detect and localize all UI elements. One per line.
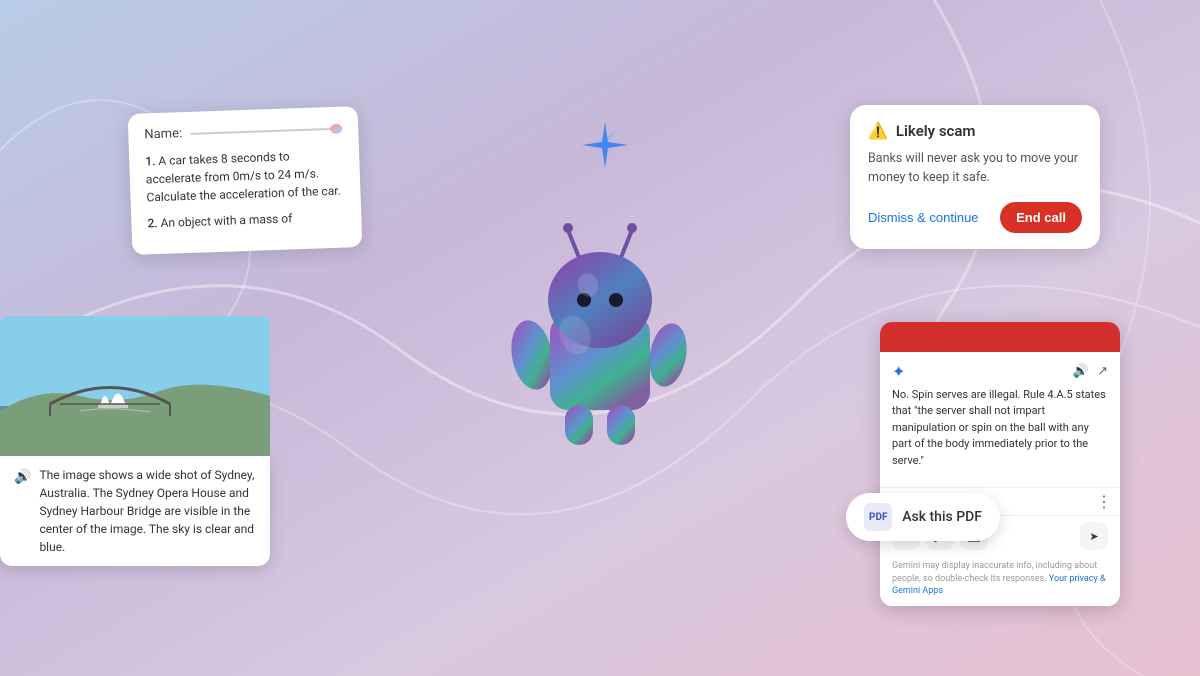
- card-ask-pdf[interactable]: PDF Ask this PDF: [846, 493, 1000, 541]
- card-scam: ⚠️ Likely scam Banks will never ask you …: [850, 105, 1100, 249]
- gemini-footer: Gemini may display inaccurate info, incl…: [880, 556, 1120, 606]
- sydney-caption-text: The image shows a wide shot of Sydney, A…: [39, 466, 256, 556]
- volume-icon[interactable]: 🔊: [1073, 364, 1089, 379]
- ask-pdf-label: Ask this PDF: [902, 509, 982, 525]
- audio-icon: 🔊: [14, 467, 31, 488]
- external-link-icon[interactable]: ↗: [1097, 364, 1108, 379]
- gemini-content: ✦ 🔊 ↗ No. Spin serves are illegal. Rule …: [880, 352, 1120, 488]
- card-sydney: 🔊 The image shows a wide shot of Sydney,…: [0, 316, 270, 566]
- pdf-icon: PDF: [864, 503, 892, 531]
- gemini-sparkle: [580, 120, 630, 179]
- scam-title: Likely scam: [896, 122, 976, 140]
- scam-body-text: Banks will never ask you to move your mo…: [868, 150, 1082, 188]
- gemini-top-icons: 🔊 ↗: [1073, 364, 1108, 379]
- card-gemini-overlay: ✦ 🔊 ↗ No. Spin serves are illegal. Rule …: [880, 322, 1120, 606]
- android-mascot: [490, 195, 710, 455]
- gemini-answer-text: No. Spin serves are illegal. Rule 4.A.5 …: [892, 387, 1108, 470]
- gemini-star-icon: ✦: [892, 362, 905, 381]
- gemini-red-bar: [880, 322, 1120, 352]
- quiz-question-1: 1. A car takes 8 seconds to accelerate f…: [145, 146, 345, 207]
- scam-header: ⚠️ Likely scam: [868, 121, 1082, 140]
- quiz-name-bar: [190, 127, 342, 134]
- card-quiz: Name: 1. A car takes 8 seconds to accele…: [128, 106, 363, 255]
- quiz-name-label: Name:: [144, 126, 182, 142]
- send-icon-btn[interactable]: ➤: [1080, 522, 1108, 550]
- warning-icon: ⚠️: [868, 121, 888, 140]
- quiz-question-2: 2. An object with a mass of: [147, 208, 346, 233]
- gemini-header: ✦ 🔊 ↗: [892, 362, 1108, 381]
- sydney-caption: 🔊 The image shows a wide shot of Sydney,…: [0, 456, 270, 566]
- dismiss-button[interactable]: Dismiss & continue: [868, 204, 979, 231]
- scam-actions: Dismiss & continue End call: [868, 202, 1082, 233]
- quiz-name-line: Name:: [144, 121, 342, 143]
- end-call-button[interactable]: End call: [1000, 202, 1082, 233]
- more-options-icon[interactable]: ⋮: [1096, 492, 1112, 511]
- sydney-photo: [0, 316, 270, 456]
